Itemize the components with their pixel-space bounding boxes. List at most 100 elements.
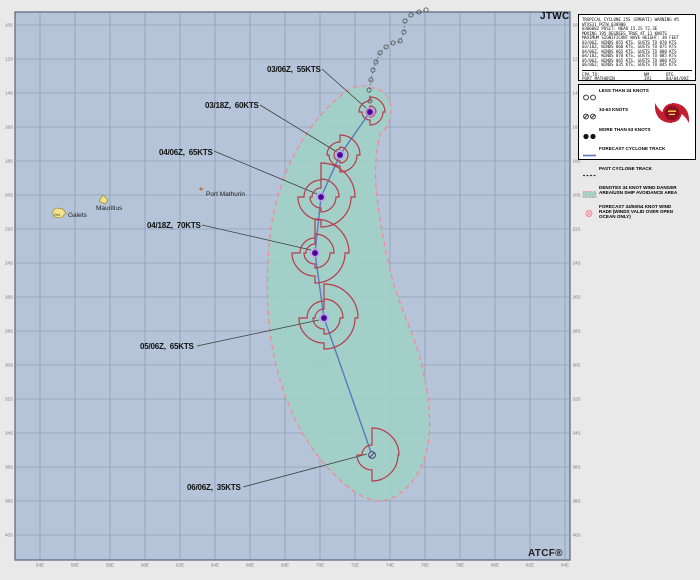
place-label-port-mathurin: Port Mathurin — [206, 191, 245, 198]
callout-label: 05/06Z, 65KTS — [140, 342, 195, 351]
warning-text-block: TROPICAL CYCLONE 25S (EMNATI) WARNING #5… — [582, 18, 692, 68]
lat-tick-label: 40S — [573, 533, 581, 538]
intensity-core — [339, 154, 341, 156]
port-mathurin-dot — [199, 187, 202, 190]
lon-tick-label: 58E — [106, 563, 114, 568]
lon-tick-label: 80E — [491, 563, 499, 568]
cyclone-text-mark — [668, 111, 676, 112]
intensity-core — [323, 317, 325, 319]
legend-symbol-gt63 — [582, 133, 597, 140]
lat-tick-label: 18S — [5, 159, 13, 164]
lon-tick-label: 54E — [36, 563, 44, 568]
legend-symbol — [582, 127, 597, 145]
callout-label: 03/06Z, 55KTS — [267, 65, 322, 74]
lon-tick-label: 84E — [561, 563, 569, 568]
legend-symbol — [582, 166, 597, 184]
legend-symbol — [582, 185, 597, 203]
lat-tick-label: 32S — [573, 397, 581, 402]
atcf-label: ATCF® — [528, 548, 563, 559]
legend-symbol-wind-radii — [582, 210, 597, 217]
cyclone-icon — [652, 88, 692, 143]
intensity-core — [369, 111, 371, 113]
cpa-dtg-value: 04/04/09Z — [666, 77, 692, 82]
lat-tick-label: 28S — [5, 329, 13, 334]
legend-symbol-danger-area — [582, 191, 597, 198]
lat-tick-label: 22S — [573, 227, 581, 232]
lat-tick-label: 32S — [5, 397, 13, 402]
galets-island-text: Des — [54, 213, 60, 217]
intensity-core — [314, 252, 316, 254]
lon-tick-label: 62E — [176, 563, 184, 568]
lat-tick-label: 24S — [573, 261, 581, 266]
callout-label: 04/06Z, 65KTS — [159, 148, 214, 157]
cyclone-symbol-graphic — [652, 88, 692, 138]
lat-tick-label: 16S — [5, 125, 13, 130]
cyclone-center-inner — [665, 106, 680, 121]
callout-label: 04/18Z, 70KTS — [147, 221, 202, 230]
legend-symbol-34-63 — [582, 113, 597, 120]
lon-tick-label: 82E — [526, 563, 534, 568]
legend-symbol-forecast-track — [582, 152, 597, 159]
forecast-point-symbol — [369, 452, 376, 459]
legend-row: PAST CYCLONE TRACK — [582, 166, 692, 184]
intensity-core — [320, 196, 322, 198]
lat-tick-label: 38S — [573, 499, 581, 504]
forecast-point-symbol — [335, 150, 345, 160]
callout-label: 06/06Z, 35KTS — [187, 483, 242, 492]
legend-symbol-lt34 — [582, 94, 597, 101]
lon-tick-label: 76E — [421, 563, 429, 568]
lat-tick-label: 14S — [5, 91, 13, 96]
lat-tick-label: 34S — [573, 431, 581, 436]
legend-symbol — [582, 204, 597, 222]
callout-label: 03/18Z, 60KTS — [205, 101, 260, 110]
cpa-target: PORT_MATHURIN — [582, 77, 644, 82]
lat-tick-label: 20S — [573, 193, 581, 198]
lon-tick-label: 78E — [456, 563, 464, 568]
lon-tick-label: 64E — [211, 563, 219, 568]
lat-tick-label: 30S — [5, 363, 13, 368]
legend-label: MORE THAN 63 KNOTS — [599, 127, 651, 132]
legend-row: FORECAST 34/50/64 KNOT WIND RADII (WINDS… — [582, 204, 692, 222]
lon-tick-label: 74E — [386, 563, 394, 568]
warning-line: 06/06Z, WINDS 035 KTS, GUSTS TO 045 KTS — [582, 63, 692, 68]
lon-tick-label: 70E — [316, 563, 324, 568]
lat-tick-label: 36S — [573, 465, 581, 470]
lat-tick-label: 12S — [5, 57, 13, 62]
legend-symbol — [582, 107, 597, 125]
legend-label: FORECAST 34/50/64 KNOT WIND RADII (WINDS… — [599, 204, 685, 219]
lon-tick-label: 60E — [141, 563, 149, 568]
cpa-nm-value: 391 — [644, 77, 666, 82]
lon-tick-label: 66E — [246, 563, 254, 568]
legend-box: LESS THAN 34 KNOTS34-63 KNOTSMORE THAN 6… — [578, 84, 696, 160]
lat-tick-label: 22S — [5, 227, 13, 232]
forecast-point-symbol — [319, 313, 329, 323]
lat-tick-label: 26S — [573, 295, 581, 300]
lat-tick-label: 20S — [5, 193, 13, 198]
lat-tick-label: 26S — [5, 295, 13, 300]
lat-tick-label: 30S — [573, 363, 581, 368]
lat-tick-label: 38S — [5, 499, 13, 504]
lon-tick-label: 68E — [281, 563, 289, 568]
legend-symbol — [582, 146, 597, 164]
forecast-point-symbol — [365, 107, 375, 117]
place-label-galets: Galets — [68, 212, 88, 219]
forecast-point-symbol — [310, 248, 320, 258]
legend-row: FORECAST CYCLONE TRACK — [582, 146, 692, 164]
legend-label: LESS THAN 34 KNOTS — [599, 88, 649, 93]
lat-tick-label: 34S — [5, 431, 13, 436]
lat-tick-label: 28S — [573, 329, 581, 334]
lon-tick-label: 72E — [351, 563, 359, 568]
lon-tick-label: 56E — [71, 563, 79, 568]
cyclone-text-mark — [669, 114, 675, 115]
legend-symbol-past-track — [582, 172, 597, 179]
legend-label: PAST CYCLONE TRACK — [599, 166, 652, 171]
warning-box: TROPICAL CYCLONE 25S (EMNATI) WARNING #5… — [578, 14, 696, 81]
place-label-mauritius: Mauritius — [96, 205, 123, 212]
forecast-point-symbol — [316, 192, 326, 202]
legend-row: DENOTES 34 KNOT WIND DANGER AREA/USN SHI… — [582, 185, 692, 203]
lat-tick-label: 36S — [5, 465, 13, 470]
lat-tick-label: 40S — [5, 533, 13, 538]
legend-symbol — [582, 88, 597, 106]
legend-label: FORECAST CYCLONE TRACK — [599, 146, 665, 151]
cpa-section: CPA TO: NM DTG PORT_MATHURIN 391 04/04/0… — [582, 70, 692, 82]
